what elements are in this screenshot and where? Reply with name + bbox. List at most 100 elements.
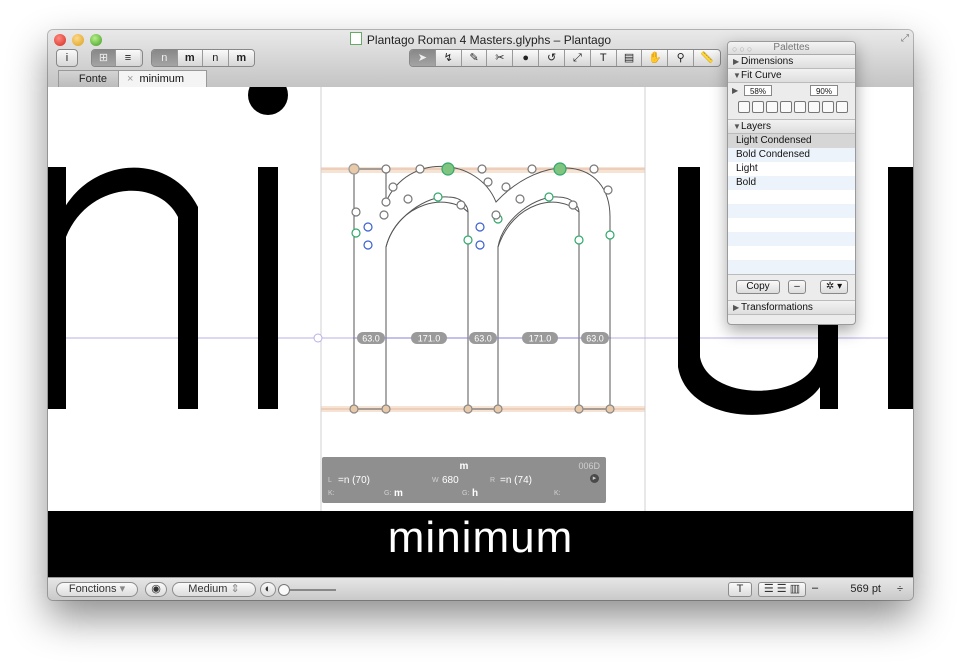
preview-panel: minimum: [48, 511, 913, 577]
metric-badge-value: 63.0: [586, 334, 604, 344]
guide-node[interactable]: [313, 333, 323, 343]
layers-actions: Copy – ✲ ▾: [728, 274, 855, 301]
tab-minimum[interactable]: × minimum: [118, 70, 207, 87]
metric-badge: 171.0: [522, 332, 558, 344]
disclosure-closed-icon: ▶: [733, 303, 740, 312]
layer-item-bold-condensed[interactable]: Bold Condensed: [728, 148, 855, 162]
fit-preset-button[interactable]: [766, 101, 778, 113]
disclosure-open-icon: ▼: [733, 122, 741, 131]
outline-nodes[interactable]: [348, 162, 615, 414]
status-bar: Fonctions ▾ ◉ Medium ⇕ ◐ T ☰ ☰ ▥ – 569 p…: [48, 577, 913, 600]
glyph-name-field[interactable]: m: [322, 461, 606, 472]
glyph-preview-n-light[interactable]: n: [152, 50, 178, 66]
zoom-stepper[interactable]: ÷: [897, 583, 903, 595]
gear-icon[interactable]: ✲ ▾: [820, 280, 848, 294]
lsb-label: L: [328, 477, 332, 484]
palettes-titlebar[interactable]: ○○○ Palettes: [728, 42, 855, 55]
metric-badge-value: 171.0: [418, 334, 441, 344]
fit-preset-button[interactable]: [752, 101, 764, 113]
eye-icon[interactable]: ◉: [145, 582, 167, 597]
weight-popup[interactable]: Medium ⇕: [172, 582, 256, 597]
rsb-label: R: [490, 477, 496, 484]
lsb-field[interactable]: =n (70): [338, 475, 370, 486]
glyph-preview-m-bold[interactable]: m: [177, 50, 203, 66]
document-icon: [349, 32, 362, 45]
kern-right-label: K:: [554, 490, 561, 497]
group-left-label: G:: [384, 490, 392, 497]
arrow-right-icon[interactable]: ▸: [590, 474, 599, 483]
close-tab-icon[interactable]: ×: [127, 73, 133, 85]
layer-item-bold[interactable]: Bold: [728, 176, 855, 190]
glyph-preview-m[interactable]: m: [228, 50, 254, 66]
palettes-title: Palettes: [773, 42, 810, 53]
select-all-tool-icon[interactable]: ↯: [435, 50, 462, 66]
layer-item-light-condensed[interactable]: Light Condensed: [728, 134, 855, 148]
info-button[interactable]: i: [56, 49, 78, 67]
fit-preset-button[interactable]: [738, 101, 750, 113]
layer-item-light[interactable]: Light: [728, 162, 855, 176]
alignment-segment-icon[interactable]: ☰ ☰ ▥: [758, 582, 806, 597]
fit-curve-panel: ▶ 58% 90%: [728, 83, 855, 120]
fit-curve-max-field[interactable]: 90%: [810, 85, 838, 96]
select-tool-icon[interactable]: ➤: [410, 50, 436, 66]
metric-badge-value: 63.0: [362, 334, 380, 344]
knife-tool-icon[interactable]: ✂: [487, 50, 514, 66]
annotation-tool-icon[interactable]: ▤: [616, 50, 643, 66]
rotate-tool-icon[interactable]: ↺: [539, 50, 565, 66]
metric-badge: 63.0: [469, 332, 497, 344]
metric-badge-value: 63.0: [474, 334, 492, 344]
glyph-info-panel: m 006D L =n (70) W 680 R =n (74) ▸ K: G:…: [322, 457, 606, 503]
tool-segment: ➤ ↯ ✎ ✂ ● ↺ ⤢ T ▤ ✋ ⚲ 📏: [409, 49, 721, 67]
measure-tool-icon[interactable]: 📏: [694, 50, 720, 66]
group-left-field[interactable]: m: [394, 488, 403, 499]
color-toggle-icon[interactable]: ◐: [260, 582, 276, 597]
width-label: W: [432, 477, 439, 484]
fit-preset-button[interactable]: [808, 101, 820, 113]
view-mode-segment: ⊞ ≡: [91, 49, 143, 67]
list-view-icon[interactable]: ≡: [116, 50, 140, 66]
remove-layer-button[interactable]: –: [788, 280, 806, 294]
draw-tool-icon[interactable]: ✎: [461, 50, 488, 66]
primitives-tool-icon[interactable]: ●: [513, 50, 540, 66]
zoom-tool-icon[interactable]: ⚲: [668, 50, 695, 66]
copy-layer-button[interactable]: Copy: [736, 280, 780, 294]
text-options-icon[interactable]: T: [728, 582, 752, 597]
fit-preset-button[interactable]: [780, 101, 792, 113]
metric-badge-value: 171.0: [529, 334, 552, 344]
group-right-label: G:: [462, 490, 470, 497]
metric-badge: 63.0: [581, 332, 609, 344]
grid-view-icon[interactable]: ⊞: [92, 50, 116, 66]
chevron-down-icon: ▾: [119, 583, 126, 595]
functions-popup[interactable]: Fonctions ▾: [56, 582, 138, 597]
zoom-out-button[interactable]: –: [812, 582, 818, 594]
zoom-level[interactable]: 569 pt: [850, 583, 881, 595]
fit-curve-section-header[interactable]: ▼Fit Curve: [728, 69, 855, 83]
layers-section-header[interactable]: ▼Layers: [728, 120, 855, 134]
tab-minimum-label: minimum: [139, 73, 185, 85]
fit-preset-button[interactable]: [794, 101, 806, 113]
hand-tool-icon[interactable]: ✋: [642, 50, 669, 66]
fit-curve-min-field[interactable]: 58%: [744, 85, 772, 96]
play-icon[interactable]: ▶: [732, 86, 738, 95]
dimensions-section-header[interactable]: ▶ Dimensions: [728, 55, 855, 69]
disclosure-open-icon: ▼: [733, 71, 741, 80]
palette-window-buttons[interactable]: ○○○: [732, 43, 754, 55]
fullscreen-icon[interactable]: ⤢: [901, 33, 909, 44]
glyph-preview-segment: n m n m: [151, 49, 255, 67]
metric-badge: 63.0: [357, 332, 385, 344]
fit-preset-button[interactable]: [822, 101, 834, 113]
group-right-field[interactable]: h: [472, 488, 478, 499]
glyph-unicode-field[interactable]: 006D: [578, 461, 600, 471]
fit-curve-presets: [738, 101, 850, 113]
size-slider-knob[interactable]: [278, 584, 290, 596]
text-tool-icon[interactable]: T: [590, 50, 617, 66]
stepper-icon: ⇕: [230, 583, 240, 595]
transformations-section-header[interactable]: ▶ Transformations: [728, 301, 855, 315]
preview-text: minimum: [387, 513, 574, 562]
glyph-preview-n[interactable]: n: [203, 50, 229, 66]
rsb-field[interactable]: =n (74): [500, 475, 532, 486]
fit-preset-button[interactable]: [836, 101, 848, 113]
metric-badge: 171.0: [411, 332, 447, 344]
scale-tool-icon[interactable]: ⤢: [564, 50, 591, 66]
width-field[interactable]: 680: [442, 475, 459, 486]
